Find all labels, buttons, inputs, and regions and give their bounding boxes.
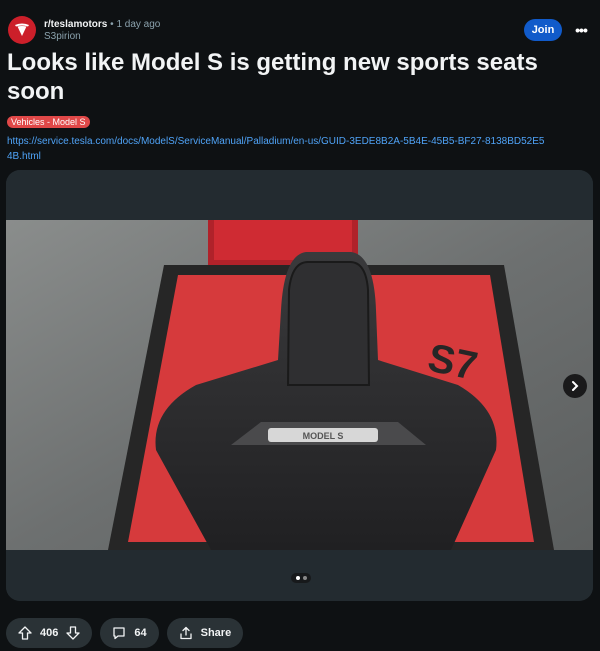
post-flair[interactable]: Vehicles - Model S: [7, 116, 90, 128]
vote-pill: 406: [6, 618, 93, 648]
comment-count: 64: [134, 627, 147, 639]
share-button[interactable]: Share: [166, 618, 244, 648]
post-link[interactable]: https://service.tesla.com/docs/ModelS/Se…: [7, 134, 547, 164]
arrow-down-icon[interactable]: [66, 626, 81, 640]
post-time: 1 day ago: [116, 19, 161, 30]
image-gallery[interactable]: S7 MODEL S: [6, 170, 593, 601]
pagination-dot-active: [295, 576, 300, 580]
post-header: r/teslamotors • 1 day ago S3pirion Join …: [8, 16, 592, 46]
more-options-icon[interactable]: •••: [570, 19, 592, 41]
arrow-up-icon[interactable]: [18, 626, 32, 640]
meta-separator: •: [110, 19, 114, 30]
gallery-pagination: [291, 573, 311, 583]
subreddit-name[interactable]: r/teslamotors: [44, 19, 107, 30]
subreddit-avatar[interactable]: [8, 16, 36, 44]
tesla-logo-icon: [15, 23, 29, 36]
next-image-button[interactable]: [563, 374, 587, 398]
pagination-dot: [302, 576, 307, 580]
seat-lettering: MODEL S: [303, 431, 344, 441]
comments-button[interactable]: 64: [100, 618, 159, 648]
join-button[interactable]: Join: [524, 19, 562, 41]
chevron-right-icon: [572, 381, 579, 391]
comment-icon: [113, 627, 126, 640]
share-label: Share: [200, 627, 232, 639]
post-title[interactable]: Looks like Model S is getting new sports…: [7, 48, 587, 106]
post-actions: 406 64 Share: [6, 618, 244, 648]
post-image[interactable]: S7 MODEL S: [6, 170, 593, 601]
share-icon: [179, 626, 192, 640]
post-meta: r/teslamotors • 1 day ago S3pirion: [44, 19, 160, 43]
upvote-count: 406: [40, 627, 59, 639]
author-name[interactable]: S3pirion: [44, 31, 160, 43]
